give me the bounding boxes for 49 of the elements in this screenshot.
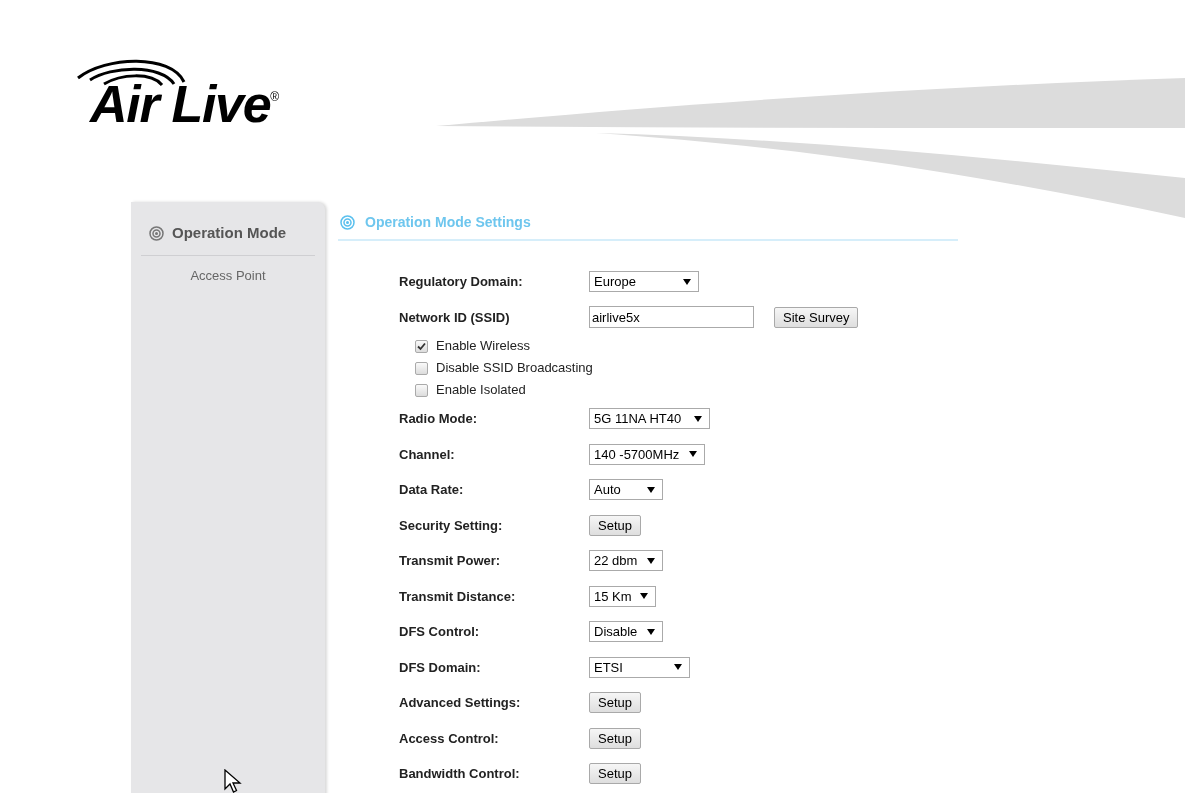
cursor-icon: [224, 769, 244, 793]
field-label: Transmit Power:: [399, 552, 502, 570]
caret-icon: [674, 664, 682, 671]
checkbox[interactable]: [415, 383, 428, 397]
logo-text: Air Live: [90, 78, 271, 130]
setup-button[interactable]: Setup: [589, 727, 641, 749]
dropdown[interactable]: 22 dbm: [589, 550, 663, 572]
dropdown[interactable]: 15 Km: [589, 585, 656, 607]
dropdown[interactable]: Disable: [589, 621, 663, 643]
caret-icon: [640, 593, 648, 600]
dropdown[interactable]: Auto: [589, 479, 663, 501]
sidebar-title: Operation Mode: [172, 223, 287, 243]
setup-button[interactable]: Setup: [589, 763, 641, 785]
target-icon: [149, 225, 164, 241]
caret-icon: [647, 628, 655, 635]
field-label: Network ID (SSID): [399, 308, 511, 327]
field-label: Channel:: [399, 445, 456, 464]
field-label: DFS Control:: [399, 623, 481, 641]
target-icon: [340, 215, 355, 230]
caret-icon: [647, 557, 655, 564]
section-title: Operation Mode Settings: [365, 213, 531, 232]
field-label: Access Control:: [399, 729, 500, 748]
caret-icon: [689, 451, 697, 458]
sidebar-item[interactable]: Access Point: [190, 263, 266, 287]
checkbox-label: Enable Wireless: [436, 337, 530, 356]
checkbox-label: Disable SSID Broadcasting: [436, 359, 593, 378]
checkbox[interactable]: [415, 339, 428, 353]
field-label: Regulatory Domain:: [399, 273, 524, 291]
checkbox[interactable]: [415, 361, 428, 375]
field-label: Advanced Settings:: [399, 694, 522, 712]
ssid-input[interactable]: airlive5x: [589, 306, 754, 329]
field-label: Radio Mode:: [399, 410, 478, 428]
field-label: DFS Domain:: [399, 658, 482, 677]
dropdown[interactable]: ETSI: [589, 656, 690, 678]
checkbox-label: Enable Isolated: [436, 381, 526, 400]
caret-icon: [694, 415, 702, 422]
dropdown[interactable]: Europe: [589, 271, 699, 293]
registered-mark: ®: [270, 90, 280, 104]
dropdown[interactable]: 140 -5700MHz: [589, 443, 705, 465]
site-survey-button[interactable]: Site Survey: [774, 306, 859, 328]
caret-icon: [683, 278, 691, 285]
dropdown[interactable]: 5G 11NA HT40: [589, 408, 710, 430]
field-label: Security Setting:: [399, 516, 504, 535]
setup-button[interactable]: Setup: [589, 692, 641, 714]
field-label: Data Rate:: [399, 481, 465, 499]
setup-button[interactable]: Setup: [589, 514, 641, 536]
field-label: Bandwidth Control:: [399, 765, 521, 783]
caret-icon: [647, 486, 655, 493]
field-label: Transmit Distance:: [399, 587, 517, 606]
